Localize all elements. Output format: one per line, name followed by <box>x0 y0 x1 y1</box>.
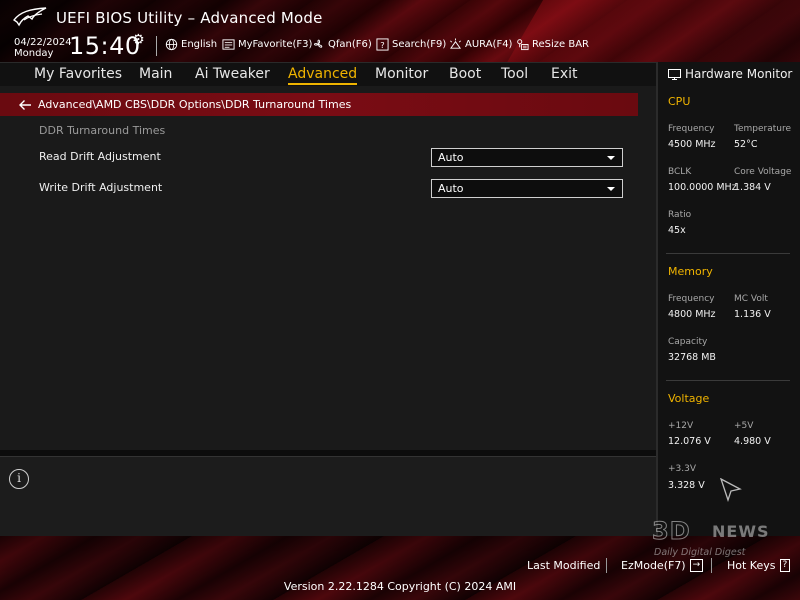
core-voltage-value: 1.384 V <box>734 182 771 193</box>
language-button[interactable]: English <box>165 36 217 52</box>
resize-bar-icon <box>517 38 529 50</box>
v33-label: +3.3V <box>668 464 697 474</box>
monitor-icon <box>668 68 681 80</box>
mc-volt-value: 1.136 V <box>734 309 771 320</box>
v5-label: +5V <box>734 421 754 431</box>
read-drift-adjustment-select[interactable]: Auto <box>431 148 623 167</box>
settings-panel: DDR Turnaround Times Read Drift Adjustme… <box>0 116 638 450</box>
v12-value: 12.076 V <box>668 436 711 447</box>
core-voltage-label: Core Voltage <box>734 167 792 177</box>
hardware-monitor-panel: Hardware Monitor CPU Frequency Temperatu… <box>656 62 800 536</box>
svg-text:?: ? <box>380 39 384 49</box>
voltage-section-title: Voltage <box>668 392 710 405</box>
v12-label: +12V <box>668 421 694 431</box>
ezmode-arrow-icon: → <box>689 559 704 572</box>
tab-tool[interactable]: Tool <box>501 66 528 82</box>
info-icon[interactable]: i <box>9 469 29 489</box>
resize-bar-button[interactable]: ReSize BAR <box>516 36 589 52</box>
date-text: 04/22/2024 <box>14 37 72 48</box>
v5-value: 4.980 V <box>734 436 771 447</box>
aura-button[interactable]: AURA(F4) <box>449 36 512 52</box>
tab-advanced[interactable]: Advanced <box>288 66 358 85</box>
tab-my-favorites[interactable]: My Favorites <box>34 66 122 82</box>
read-drift-adjustment-label: Read Drift Adjustment <box>39 150 161 163</box>
hot-keys-help-icon: ? <box>779 559 791 572</box>
tab-exit[interactable]: Exit <box>551 66 578 82</box>
help-info-panel: i <box>0 456 656 536</box>
bclk-label: BCLK <box>668 167 692 177</box>
write-drift-adjustment-value: Auto <box>438 182 464 195</box>
capacity-value: 32768 MB <box>668 352 716 363</box>
mc-volt-label: MC Volt <box>734 294 768 304</box>
fan-icon <box>313 39 323 48</box>
favorite-list-icon <box>222 38 235 50</box>
cpu-temperature-value: 52°C <box>734 139 758 150</box>
language-label: English <box>181 38 218 50</box>
section-title: DDR Turnaround Times <box>39 124 166 137</box>
read-drift-adjustment-value: Auto <box>438 151 464 164</box>
rog-logo-icon <box>12 7 47 27</box>
v33-value: 3.328 V <box>668 480 705 491</box>
ratio-label: Ratio <box>668 210 692 220</box>
app-title: UEFI BIOS Utility – Advanced Mode <box>56 9 323 27</box>
version-text: Version 2.22.1284 Copyright (C) 2024 AMI <box>283 580 517 593</box>
day-text: Monday <box>14 48 54 59</box>
qfan-label: Qfan(F6) <box>328 38 372 50</box>
memory-frequency-value: 4800 MHz <box>668 309 716 320</box>
last-modified-label: Last Modified <box>527 559 601 572</box>
cpu-frequency-label: Frequency <box>668 124 715 134</box>
ezmode-button[interactable]: EzMode(F7) → <box>621 559 704 572</box>
resize-bar-label: ReSize BAR <box>532 38 590 50</box>
chevron-down-icon <box>607 156 615 160</box>
ezmode-label: EzMode(F7) <box>621 559 686 572</box>
cpu-frequency-value: 4500 MHz <box>668 139 716 150</box>
footer-divider <box>711 558 712 573</box>
chevron-down-icon <box>607 187 615 191</box>
myfavorite-button[interactable]: MyFavorite(F3) <box>222 36 312 52</box>
clock-settings-gear-icon[interactable]: ⚙ <box>132 32 145 48</box>
myfavorite-label: MyFavorite(F3) <box>238 38 313 50</box>
aura-label: AURA(F4) <box>465 38 513 50</box>
footer-bar: Last Modified EzMode(F7) → Hot Keys ? Ve… <box>0 536 800 600</box>
search-label: Search(F9) <box>392 38 447 50</box>
clock: 15:40 <box>69 32 141 60</box>
last-modified-button[interactable]: Last Modified <box>527 559 600 572</box>
globe-icon <box>165 38 178 50</box>
memory-frequency-label: Frequency <box>668 294 715 304</box>
write-drift-adjustment-select[interactable]: Auto <box>431 179 623 198</box>
write-drift-adjustment-label: Write Drift Adjustment <box>39 181 163 194</box>
search-button[interactable]: ? Search(F9) <box>376 36 446 52</box>
header-divider <box>156 36 157 56</box>
tab-monitor[interactable]: Monitor <box>375 66 428 82</box>
mouse-cursor-icon <box>720 478 742 502</box>
date-display: 04/22/2024 Monday <box>14 37 72 59</box>
footer-divider <box>606 558 607 573</box>
breadcrumb: Advanced\AMD CBS\DDR Options\DDR Turnaro… <box>0 93 638 116</box>
tab-boot[interactable]: Boot <box>449 66 481 82</box>
ratio-value: 45x <box>668 225 686 236</box>
cpu-section-title: CPU <box>668 95 691 108</box>
aura-light-icon <box>449 37 462 49</box>
hardware-monitor-label: Hardware Monitor <box>685 67 793 81</box>
search-help-icon: ? <box>376 37 389 51</box>
cpu-section-separator <box>666 253 790 254</box>
memory-section-title: Memory <box>668 265 713 278</box>
tab-ai-tweaker[interactable]: Ai Tweaker <box>195 66 270 82</box>
capacity-label: Capacity <box>668 337 708 347</box>
main-menu-bar: My Favorites Main Ai Tweaker Advanced Mo… <box>0 62 656 86</box>
tab-main[interactable]: Main <box>139 66 172 82</box>
back-arrow-icon[interactable] <box>18 99 32 111</box>
hardware-monitor-title: Hardware Monitor <box>668 67 792 81</box>
breadcrumb-path: Advanced\AMD CBS\DDR Options\DDR Turnaro… <box>38 98 352 111</box>
memory-section-separator <box>666 380 790 381</box>
hot-keys-button[interactable]: Hot Keys ? <box>727 559 791 572</box>
title-bar: UEFI BIOS Utility – Advanced Mode 04/22/… <box>0 0 800 62</box>
qfan-button[interactable]: Qfan(F6) <box>312 36 372 52</box>
bclk-value: 100.0000 MHz <box>668 182 737 193</box>
cpu-temperature-label: Temperature <box>734 124 792 134</box>
hot-keys-label: Hot Keys <box>727 559 776 572</box>
